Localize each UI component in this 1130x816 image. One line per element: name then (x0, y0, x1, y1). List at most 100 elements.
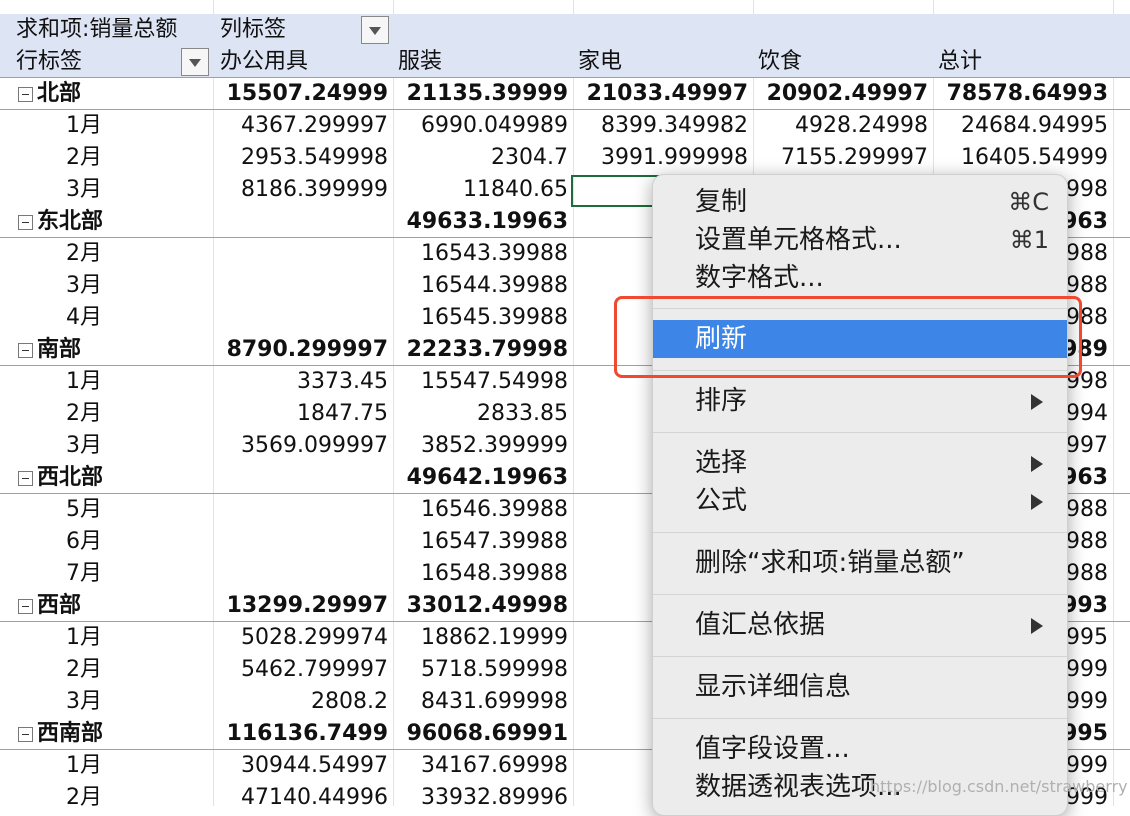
menu-item-show-details[interactable]: 显示详细信息 (653, 668, 1067, 706)
value-cell[interactable]: 2808.2 (213, 686, 388, 718)
value-cell[interactable]: 7155.299997 (753, 142, 928, 174)
menu-item-number-format[interactable]: 数字格式... (653, 259, 1067, 297)
value-cell[interactable]: 21033.49997 (573, 78, 748, 110)
collapse-icon[interactable] (18, 471, 33, 486)
value-cell[interactable]: 49642.19963 (393, 462, 568, 494)
value-cell[interactable]: 2304.7 (393, 142, 568, 174)
corner-label[interactable]: 求和项:销量总额 (16, 14, 177, 46)
value-cell[interactable]: 2833.85 (393, 398, 568, 430)
column-header[interactable]: 服装 (398, 46, 442, 78)
value-cell[interactable]: 3373.45 (213, 366, 388, 398)
row-label-cell[interactable]: 6月 (66, 526, 102, 558)
value-cell[interactable]: 8399.349982 (573, 110, 748, 142)
value-cell[interactable]: 1847.75 (213, 398, 388, 430)
column-labels-header[interactable]: 列标签 (220, 14, 286, 46)
value-cell[interactable]: 30944.54997 (213, 750, 388, 782)
value-cell[interactable]: 116136.7499 (213, 718, 388, 750)
value-cell[interactable] (213, 302, 388, 334)
value-cell[interactable]: 11840.65 (393, 174, 568, 206)
value-cell[interactable] (213, 558, 388, 590)
row-label-cell[interactable]: 西部 (18, 590, 81, 622)
value-cell[interactable]: 78578.64993 (933, 78, 1108, 110)
row-label-cell[interactable]: 1月 (66, 110, 102, 142)
value-cell[interactable]: 20902.49997 (753, 78, 928, 110)
value-cell[interactable]: 24684.94995 (933, 110, 1108, 142)
value-cell[interactable]: 16548.39988 (393, 558, 568, 590)
menu-item-formula[interactable]: 公式 (653, 482, 1067, 520)
value-cell[interactable]: 16547.39988 (393, 526, 568, 558)
value-cell[interactable]: 16405.54999 (933, 142, 1108, 174)
column-header[interactable]: 办公用具 (220, 46, 308, 78)
value-cell[interactable]: 34167.69998 (393, 750, 568, 782)
value-cell[interactable]: 33932.89996 (393, 782, 568, 806)
value-cell[interactable]: 6990.049989 (393, 110, 568, 142)
value-cell[interactable] (213, 526, 388, 558)
menu-item-delete-field[interactable]: 删除“求和项:销量总额” (653, 544, 1067, 582)
row-label-cell[interactable]: 西南部 (18, 718, 103, 750)
value-cell[interactable] (213, 206, 388, 238)
row-label-cell[interactable]: 7月 (66, 558, 102, 590)
value-cell[interactable]: 15507.24999 (213, 78, 388, 110)
value-cell[interactable]: 8790.299997 (213, 334, 388, 366)
value-cell[interactable]: 5718.599998 (393, 654, 568, 686)
collapse-icon[interactable] (18, 727, 33, 742)
row-filter-dropdown-icon[interactable] (181, 48, 209, 76)
value-cell[interactable]: 3569.099997 (213, 430, 388, 462)
menu-item-copy[interactable]: 复制 ⌘C (653, 183, 1067, 221)
row-label-cell[interactable]: 2月 (66, 238, 102, 270)
row-label-cell[interactable]: 东北部 (18, 206, 103, 238)
value-cell[interactable]: 8431.699998 (393, 686, 568, 718)
value-cell[interactable] (213, 270, 388, 302)
column-header[interactable]: 总计 (938, 46, 982, 78)
value-cell[interactable]: 8186.399999 (213, 174, 388, 206)
collapse-icon[interactable] (18, 215, 33, 230)
value-cell[interactable] (213, 494, 388, 526)
column-filter-dropdown-icon[interactable] (361, 16, 389, 44)
value-cell[interactable]: 15547.54998 (393, 366, 568, 398)
row-label-cell[interactable]: 5月 (66, 494, 102, 526)
value-cell[interactable]: 16543.39988 (393, 238, 568, 270)
value-cell[interactable]: 16545.39988 (393, 302, 568, 334)
row-label-cell[interactable]: 北部 (18, 78, 81, 110)
menu-item-summarize-by[interactable]: 值汇总依据 (653, 606, 1067, 644)
collapse-icon[interactable] (18, 343, 33, 358)
row-label-cell[interactable]: 2月 (66, 782, 102, 806)
value-cell[interactable]: 5028.299974 (213, 622, 388, 654)
value-cell[interactable]: 5462.799997 (213, 654, 388, 686)
value-cell[interactable]: 49633.19963 (393, 206, 568, 238)
value-cell[interactable]: 18862.19999 (393, 622, 568, 654)
collapse-icon[interactable] (18, 87, 33, 102)
row-label-cell[interactable]: 3月 (66, 270, 102, 302)
value-cell[interactable]: 16544.39988 (393, 270, 568, 302)
row-label-cell[interactable]: 2月 (66, 654, 102, 686)
row-label-cell[interactable]: 1月 (66, 366, 102, 398)
value-cell[interactable]: 16546.39988 (393, 494, 568, 526)
row-label-cell[interactable]: 4月 (66, 302, 102, 334)
value-cell[interactable]: 3991.999998 (573, 142, 748, 174)
value-cell[interactable]: 4928.24998 (753, 110, 928, 142)
row-label-cell[interactable]: 2月 (66, 398, 102, 430)
row-label-cell[interactable]: 南部 (18, 334, 81, 366)
value-cell[interactable]: 33012.49998 (393, 590, 568, 622)
column-header[interactable]: 饮食 (758, 46, 802, 78)
value-cell[interactable]: 3852.399999 (393, 430, 568, 462)
menu-item-select[interactable]: 选择 (653, 444, 1067, 482)
value-cell[interactable] (213, 238, 388, 270)
value-cell[interactable]: 2953.549998 (213, 142, 388, 174)
row-label-cell[interactable]: 1月 (66, 622, 102, 654)
row-label-cell[interactable]: 2月 (66, 142, 102, 174)
collapse-icon[interactable] (18, 599, 33, 614)
column-header[interactable]: 家电 (578, 46, 622, 78)
menu-item-sort[interactable]: 排序 (653, 382, 1067, 420)
value-cell[interactable]: 13299.29997 (213, 590, 388, 622)
value-cell[interactable]: 22233.79998 (393, 334, 568, 366)
value-cell[interactable] (213, 462, 388, 494)
value-cell[interactable]: 47140.44996 (213, 782, 388, 806)
row-labels-header[interactable]: 行标签 (16, 46, 82, 78)
row-label-cell[interactable]: 3月 (66, 430, 102, 462)
row-label-cell[interactable]: 1月 (66, 750, 102, 782)
value-cell[interactable]: 4367.299997 (213, 110, 388, 142)
menu-item-value-field-settings[interactable]: 值字段设置... (653, 730, 1067, 768)
menu-item-format-cells[interactable]: 设置单元格格式... ⌘1 (653, 221, 1067, 259)
row-label-cell[interactable]: 西北部 (18, 462, 103, 494)
